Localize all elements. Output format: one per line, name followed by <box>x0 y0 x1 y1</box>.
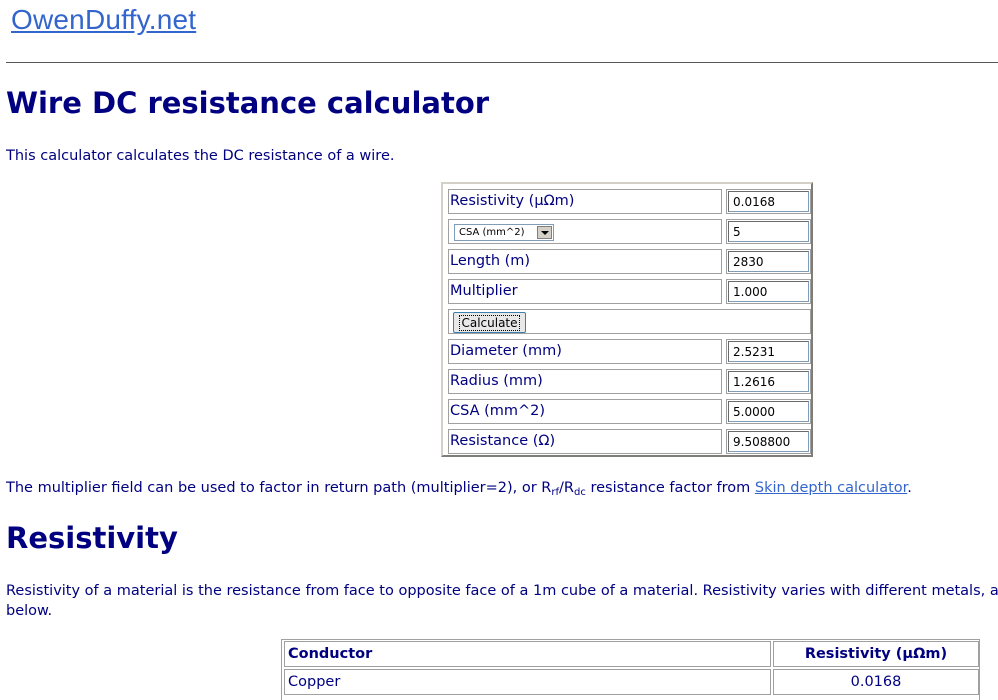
resistivity-description-line2: below. <box>6 603 53 619</box>
resistance-label: Resistance (Ω) <box>450 433 556 449</box>
table-header-label: Conductor <box>288 646 373 662</box>
table-header-conductor: Conductor <box>284 641 771 667</box>
multiplier-note-middle: resistance factor from <box>585 480 755 496</box>
radius-value-cell <box>726 369 811 394</box>
resistivity-section-title: Resistivity <box>6 521 178 555</box>
diameter-label: Diameter (mm) <box>450 343 562 359</box>
calculator-form: Resistivity (μΩm) CSA (mm^2) Length (m) … <box>441 182 813 457</box>
diameter-value-cell <box>726 339 811 364</box>
dimension-select-cell: CSA (mm^2) <box>448 219 722 244</box>
dimension-value-cell <box>726 219 811 244</box>
csa-output[interactable] <box>728 401 809 422</box>
resistivity-input[interactable] <box>728 191 809 212</box>
resistivity-table: Conductor Resistivity (μΩm) Copper 0.016… <box>281 639 980 700</box>
diameter-output[interactable] <box>728 341 809 362</box>
multiplier-value-cell <box>726 279 811 304</box>
length-label-cell: Length (m) <box>448 249 722 274</box>
resistivity-value-cell <box>726 189 811 214</box>
dimension-input[interactable] <box>728 221 809 242</box>
dimension-select-value: CSA (mm^2) <box>459 227 525 238</box>
diameter-label-cell: Diameter (mm) <box>448 339 722 364</box>
multiplier-note-slash: /R <box>559 480 574 496</box>
length-value-cell <box>726 249 811 274</box>
multiplier-note-suffix: . <box>907 480 912 496</box>
subscript-rf: rf <box>551 487 560 498</box>
csa-value-cell <box>726 399 811 424</box>
header-divider <box>6 62 998 63</box>
subscript-dc: dc <box>574 487 586 498</box>
length-label: Length (m) <box>450 253 531 269</box>
resistance-output[interactable] <box>728 431 809 452</box>
resistance-value-cell <box>726 429 811 454</box>
table-row-copper-name: Copper <box>284 669 771 695</box>
multiplier-note: The multiplier field can be used to fact… <box>6 478 912 503</box>
resistivity-description-line1: Resistivity of a material is the resista… <box>6 583 998 599</box>
radius-output[interactable] <box>728 371 809 392</box>
resistance-label-cell: Resistance (Ω) <box>448 429 722 454</box>
csa-label-cell: CSA (mm^2) <box>448 399 722 424</box>
chevron-down-icon <box>541 231 549 235</box>
table-row-copper-value: 0.0168 <box>773 669 979 695</box>
intro-text: This calculator calculates the DC resist… <box>6 148 395 164</box>
dropdown-button[interactable] <box>537 226 552 239</box>
csa-label: CSA (mm^2) <box>450 403 546 419</box>
table-header-label: Resistivity (μΩm) <box>804 646 948 662</box>
resistivity-label: Resistivity (μΩm) <box>450 193 575 209</box>
multiplier-note-prefix: The multiplier field can be used to fact… <box>6 480 552 496</box>
table-cell: Copper <box>288 674 341 690</box>
calculate-button[interactable]: Calculate <box>453 312 526 333</box>
site-logo-link[interactable]: OwenDuffy.net <box>11 4 196 36</box>
radius-label-cell: Radius (mm) <box>448 369 722 394</box>
table-header-resistivity: Resistivity (μΩm) <box>773 641 979 667</box>
dimension-select[interactable]: CSA (mm^2) <box>454 224 554 241</box>
multiplier-label: Multiplier <box>450 283 518 299</box>
multiplier-label-cell: Multiplier <box>448 279 722 304</box>
table-cell: 0.0168 <box>850 674 902 690</box>
radius-label: Radius (mm) <box>450 373 543 389</box>
page-title: Wire DC resistance calculator <box>6 86 490 120</box>
length-input[interactable] <box>728 251 809 272</box>
calculate-cell: Calculate <box>448 309 811 334</box>
calculate-button-label: Calculate <box>459 314 520 331</box>
resistivity-label-cell: Resistivity (μΩm) <box>448 189 722 214</box>
multiplier-input[interactable] <box>728 281 809 302</box>
skin-depth-calculator-link[interactable]: Skin depth calculator <box>755 480 907 496</box>
